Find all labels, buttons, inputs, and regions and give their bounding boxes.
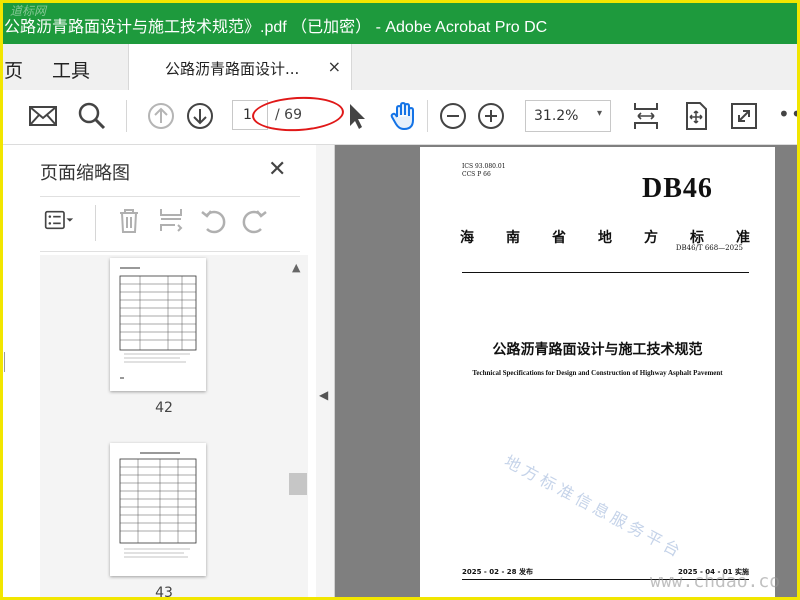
scroll-up-icon[interactable]: ▲ bbox=[292, 261, 300, 274]
thumbnail-label: 43 bbox=[155, 585, 173, 600]
header-rule bbox=[462, 272, 749, 273]
thumbnail-list: 42 43 bbox=[40, 255, 288, 600]
search-icon[interactable] bbox=[76, 100, 108, 132]
province-char: 南 bbox=[506, 230, 520, 246]
ics-code: ICS 93.080.01 CCS P 66 bbox=[462, 163, 506, 179]
zoom-select[interactable]: 31.2% ▾ bbox=[525, 100, 611, 132]
ics-line: ICS 93.080.01 bbox=[462, 163, 506, 170]
document-viewport[interactable]: ICS 93.080.01 CCS P 66 DB46 海 南 省 地 方 标 … bbox=[335, 145, 800, 600]
document-title-en: Technical Specifications for Design and … bbox=[472, 369, 723, 377]
tab-close-button[interactable]: × bbox=[328, 57, 341, 76]
hand-tool-icon[interactable] bbox=[388, 100, 420, 132]
page-down-icon[interactable] bbox=[184, 100, 216, 132]
collapse-left-icon[interactable]: ◀ bbox=[319, 388, 328, 402]
fit-page-icon[interactable] bbox=[630, 100, 662, 132]
province-char: 省 bbox=[552, 230, 566, 246]
panel-edge-marker bbox=[4, 352, 11, 372]
thumbnail-panel: 页面缩略图 ✕ 42 43 ▲ bbox=[0, 145, 317, 600]
zoom-out-icon[interactable] bbox=[437, 100, 469, 132]
document-page: ICS 93.080.01 CCS P 66 DB46 海 南 省 地 方 标 … bbox=[420, 147, 775, 600]
delete-page-icon[interactable] bbox=[114, 205, 144, 235]
panel-divider bbox=[40, 251, 300, 252]
scroll-thumb[interactable] bbox=[289, 473, 307, 495]
thumbnail-preview bbox=[119, 452, 197, 558]
thumbnail-label: 42 bbox=[155, 400, 173, 416]
nav-home[interactable]: 页 bbox=[4, 56, 23, 83]
standard-number: DB46/T 668—2025 bbox=[675, 244, 743, 252]
ccs-line: CCS P 66 bbox=[462, 171, 491, 178]
site-watermark: www.chdao.co bbox=[650, 571, 781, 592]
page-up-icon[interactable] bbox=[145, 100, 177, 132]
rotate-view-icon[interactable] bbox=[680, 100, 712, 132]
province-char: 海 bbox=[460, 230, 474, 246]
toolbar: 1 / 69 31.2% ▾ ••• bbox=[0, 90, 800, 145]
db-code: DB46 bbox=[642, 173, 713, 204]
thumbnail-options-icon[interactable] bbox=[44, 205, 74, 235]
title-bar: 公路沥青路面设计与施工技术规范》.pdf （已加密） - Adobe Acrob… bbox=[0, 0, 800, 44]
province-char: 方 bbox=[644, 230, 658, 246]
panel-separator bbox=[95, 205, 96, 241]
mail-icon[interactable] bbox=[27, 100, 59, 132]
zoom-in-icon[interactable] bbox=[475, 100, 507, 132]
thumbnail-preview bbox=[119, 267, 197, 379]
release-date: 2025 - 02 - 28 发布 bbox=[462, 568, 533, 576]
panel-divider bbox=[40, 196, 300, 197]
zoom-value: 31.2% bbox=[534, 108, 579, 124]
panel-scrollbar[interactable]: ▲ bbox=[288, 255, 308, 600]
corner-watermark: 道标网 bbox=[10, 4, 47, 18]
more-options-icon[interactable]: ••• bbox=[778, 102, 800, 126]
select-cursor-icon[interactable] bbox=[342, 100, 374, 132]
toolbar-separator bbox=[427, 100, 428, 132]
extract-page-icon[interactable] bbox=[156, 205, 186, 235]
nav-tools[interactable]: 工具 bbox=[52, 56, 90, 83]
panel-collapse-bar[interactable]: ◀ bbox=[316, 145, 335, 600]
rotate-right-icon[interactable] bbox=[240, 205, 270, 235]
chevron-down-icon: ▾ bbox=[596, 108, 602, 119]
fullscreen-icon[interactable] bbox=[728, 100, 760, 132]
panel-close-button[interactable]: ✕ bbox=[268, 157, 286, 182]
tab-bar: 页 工具 公路沥青路面设计... × bbox=[0, 44, 800, 91]
thumbnail-page[interactable] bbox=[110, 258, 206, 391]
panel-title: 页面缩略图 bbox=[40, 163, 130, 184]
thumbnail-page[interactable] bbox=[110, 443, 206, 576]
document-title: 公路沥青路面设计与施工技术规范 bbox=[492, 342, 703, 358]
toolbar-separator bbox=[126, 100, 127, 132]
document-tab[interactable]: 公路沥青路面设计... × bbox=[128, 44, 352, 90]
province-char: 地 bbox=[598, 230, 612, 246]
tab-label: 公路沥青路面设计... bbox=[165, 60, 300, 78]
window-title: 公路沥青路面设计与施工技术规范》.pdf （已加密） - Adobe Acrob… bbox=[4, 19, 548, 36]
rotate-left-icon[interactable] bbox=[198, 205, 228, 235]
